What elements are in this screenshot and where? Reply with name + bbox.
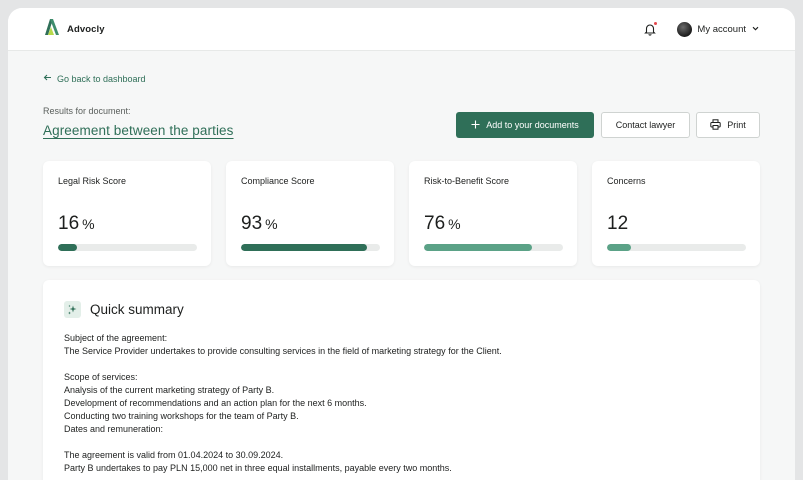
card-value: 76% — [424, 213, 461, 234]
app-window: Advocly My account Go back to dashboard … — [8, 8, 795, 480]
card-unit: % — [82, 216, 95, 232]
legal-risk-score-card: Legal Risk Score 16% — [43, 161, 211, 266]
plus-icon — [471, 120, 480, 131]
risk-to-benefit-score-card: Risk-to-Benefit Score 76% — [409, 161, 577, 266]
add-to-documents-button[interactable]: Add to your documents — [456, 112, 594, 138]
summary-line: Dates and remuneration: — [64, 424, 164, 434]
progress-fill — [424, 244, 533, 251]
card-value: 93% — [241, 213, 278, 234]
avatar — [677, 21, 693, 37]
card-unit: % — [265, 216, 278, 232]
document-title[interactable]: Agreement between the parties — [43, 123, 234, 138]
top-navigation-bar: Advocly My account — [8, 8, 795, 51]
card-value: 16% — [58, 213, 95, 234]
arrow-left-icon — [43, 73, 52, 84]
card-title: Compliance Score — [241, 176, 315, 186]
add-to-documents-label: Add to your documents — [486, 120, 579, 130]
print-label: Print — [727, 120, 746, 130]
card-value: 12 — [607, 213, 629, 234]
notification-dot — [653, 21, 659, 26]
summary-line: Subject of the agreement: — [64, 333, 168, 343]
brand[interactable]: Advocly — [45, 18, 105, 40]
card-unit: % — [448, 216, 461, 232]
account-menu[interactable]: My account — [677, 20, 760, 38]
summary-line: The agreement is valid from 01.04.2024 t… — [64, 450, 284, 460]
notifications-bell-icon[interactable] — [643, 21, 659, 36]
compliance-score-card: Compliance Score 93% — [226, 161, 394, 266]
progress-fill — [58, 244, 78, 251]
summary-line: Analysis of the current marketing strate… — [64, 385, 275, 395]
advocly-logo-icon — [45, 18, 59, 40]
summary-line: Development of recommendations and an ac… — [64, 398, 367, 408]
card-title: Legal Risk Score — [58, 176, 127, 186]
brand-name: Advocly — [67, 23, 105, 35]
progress-bar — [241, 244, 380, 251]
chevron-down-icon — [751, 20, 760, 38]
card-title: Risk-to-Benefit Score — [424, 176, 510, 186]
progress-bar — [424, 244, 563, 251]
summary-line: Conducting two training workshops for th… — [64, 411, 299, 421]
card-title: Concerns — [607, 176, 646, 186]
sparkle-icon — [64, 301, 81, 318]
summary-line: Party B undertakes to pay PLN 15,000 net… — [64, 463, 452, 473]
contact-lawyer-button[interactable]: Contact lawyer — [601, 112, 690, 138]
progress-fill — [607, 244, 631, 251]
summary-title: Quick summary — [90, 302, 184, 317]
summary-line: Scope of services: — [64, 372, 138, 382]
concerns-card: Concerns 12 — [592, 161, 760, 266]
summary-line: The Service Provider undertakes to provi… — [64, 346, 502, 356]
back-to-dashboard-link[interactable]: Go back to dashboard — [43, 73, 146, 84]
account-label: My account — [697, 23, 746, 35]
contact-lawyer-label: Contact lawyer — [615, 120, 676, 130]
progress-bar — [58, 244, 197, 251]
progress-fill — [241, 244, 368, 251]
printer-icon — [710, 118, 721, 132]
summary-header: Quick summary — [64, 301, 184, 318]
progress-bar — [607, 244, 746, 251]
quick-summary-panel: Quick summary Subject of the agreement: … — [43, 280, 760, 480]
back-link-label: Go back to dashboard — [57, 73, 146, 84]
print-button[interactable]: Print — [696, 112, 760, 138]
results-label: Results for document: — [43, 106, 131, 116]
summary-text: Subject of the agreement: The Service Pr… — [64, 332, 744, 475]
